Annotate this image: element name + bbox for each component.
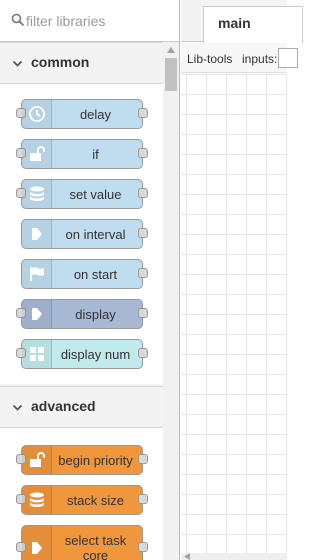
palette-scrollbar[interactable] xyxy=(163,43,179,560)
output-port xyxy=(138,348,148,358)
scroll-left-arrow-icon[interactable] xyxy=(184,553,190,560)
tab-label: main xyxy=(218,15,251,31)
database-icon xyxy=(29,492,44,507)
palette-node-if[interactable]: if xyxy=(16,139,148,169)
palette-node-stack-size[interactable]: stack size xyxy=(16,485,148,515)
grid-icon xyxy=(29,347,44,361)
palette-node-begin-priority[interactable]: begin priority xyxy=(16,445,148,475)
arrow-right-icon xyxy=(31,542,42,554)
node-label: delay xyxy=(79,106,112,122)
clock-icon xyxy=(28,106,45,122)
flow-canvas-grid[interactable] xyxy=(181,74,287,554)
filter-libraries-input[interactable] xyxy=(26,10,174,32)
output-port xyxy=(138,308,148,318)
output-port xyxy=(138,542,148,552)
node-label: select task core xyxy=(64,533,127,560)
palette-node-on-start[interactable]: on start xyxy=(21,259,148,289)
scrollbar-thumb[interactable] xyxy=(165,58,177,91)
output-port xyxy=(138,268,148,278)
arrow-right-icon xyxy=(31,308,42,320)
palette-node-display-num[interactable]: display num xyxy=(16,339,148,369)
section-header-advanced[interactable]: advanced xyxy=(0,386,163,428)
search-icon xyxy=(11,13,25,27)
output-port xyxy=(138,228,148,238)
inputs-field[interactable] xyxy=(278,48,298,68)
section-body-common: delay if set value on interval on start … xyxy=(0,84,163,384)
node-label: set value xyxy=(69,186,122,202)
filter-bar xyxy=(0,0,179,42)
section-header-common[interactable]: common xyxy=(0,42,163,84)
palette-node-delay[interactable]: delay xyxy=(16,99,148,129)
lib-tools-label[interactable]: Lib-tools xyxy=(187,52,232,66)
node-label: if xyxy=(92,146,99,162)
arrow-right-icon xyxy=(31,228,42,240)
palette-node-display[interactable]: display xyxy=(16,299,148,329)
output-port xyxy=(138,108,148,118)
unlock-icon xyxy=(29,452,45,467)
node-label: on start xyxy=(73,266,118,282)
chevron-down-icon xyxy=(12,60,23,67)
canvas-horizontal-scrollbar[interactable] xyxy=(181,553,287,560)
workspace-toolbar: Lib-tools inputs: xyxy=(181,43,298,73)
node-label: on interval xyxy=(65,226,126,242)
output-port xyxy=(138,494,148,504)
node-label: display xyxy=(75,306,116,322)
scroll-up-arrow-icon[interactable] xyxy=(167,47,175,53)
database-icon xyxy=(29,186,44,201)
output-port xyxy=(138,454,148,464)
flag-icon xyxy=(29,267,44,281)
node-label: begin priority xyxy=(58,452,133,468)
section-body-advanced: begin priority stack size select task co… xyxy=(0,428,163,560)
node-palette: common delay if xyxy=(0,0,180,560)
section-title: common xyxy=(31,54,90,70)
output-port xyxy=(138,188,148,198)
tab-main[interactable]: main xyxy=(203,6,303,43)
output-port xyxy=(138,148,148,158)
workspace-tabs: main xyxy=(181,0,303,43)
flow-workspace: main Lib-tools inputs: xyxy=(181,0,303,560)
chevron-down-icon xyxy=(12,404,23,411)
section-title: advanced xyxy=(31,398,96,414)
palette-node-on-interval[interactable]: on interval xyxy=(21,219,148,249)
inputs-label: inputs: xyxy=(242,52,278,66)
unlock-icon xyxy=(29,146,45,161)
palette-node-select-task-core[interactable]: select task core xyxy=(16,525,148,560)
node-label: stack size xyxy=(66,492,125,508)
palette-node-set-value[interactable]: set value xyxy=(16,179,148,209)
node-label: display num xyxy=(60,346,131,362)
